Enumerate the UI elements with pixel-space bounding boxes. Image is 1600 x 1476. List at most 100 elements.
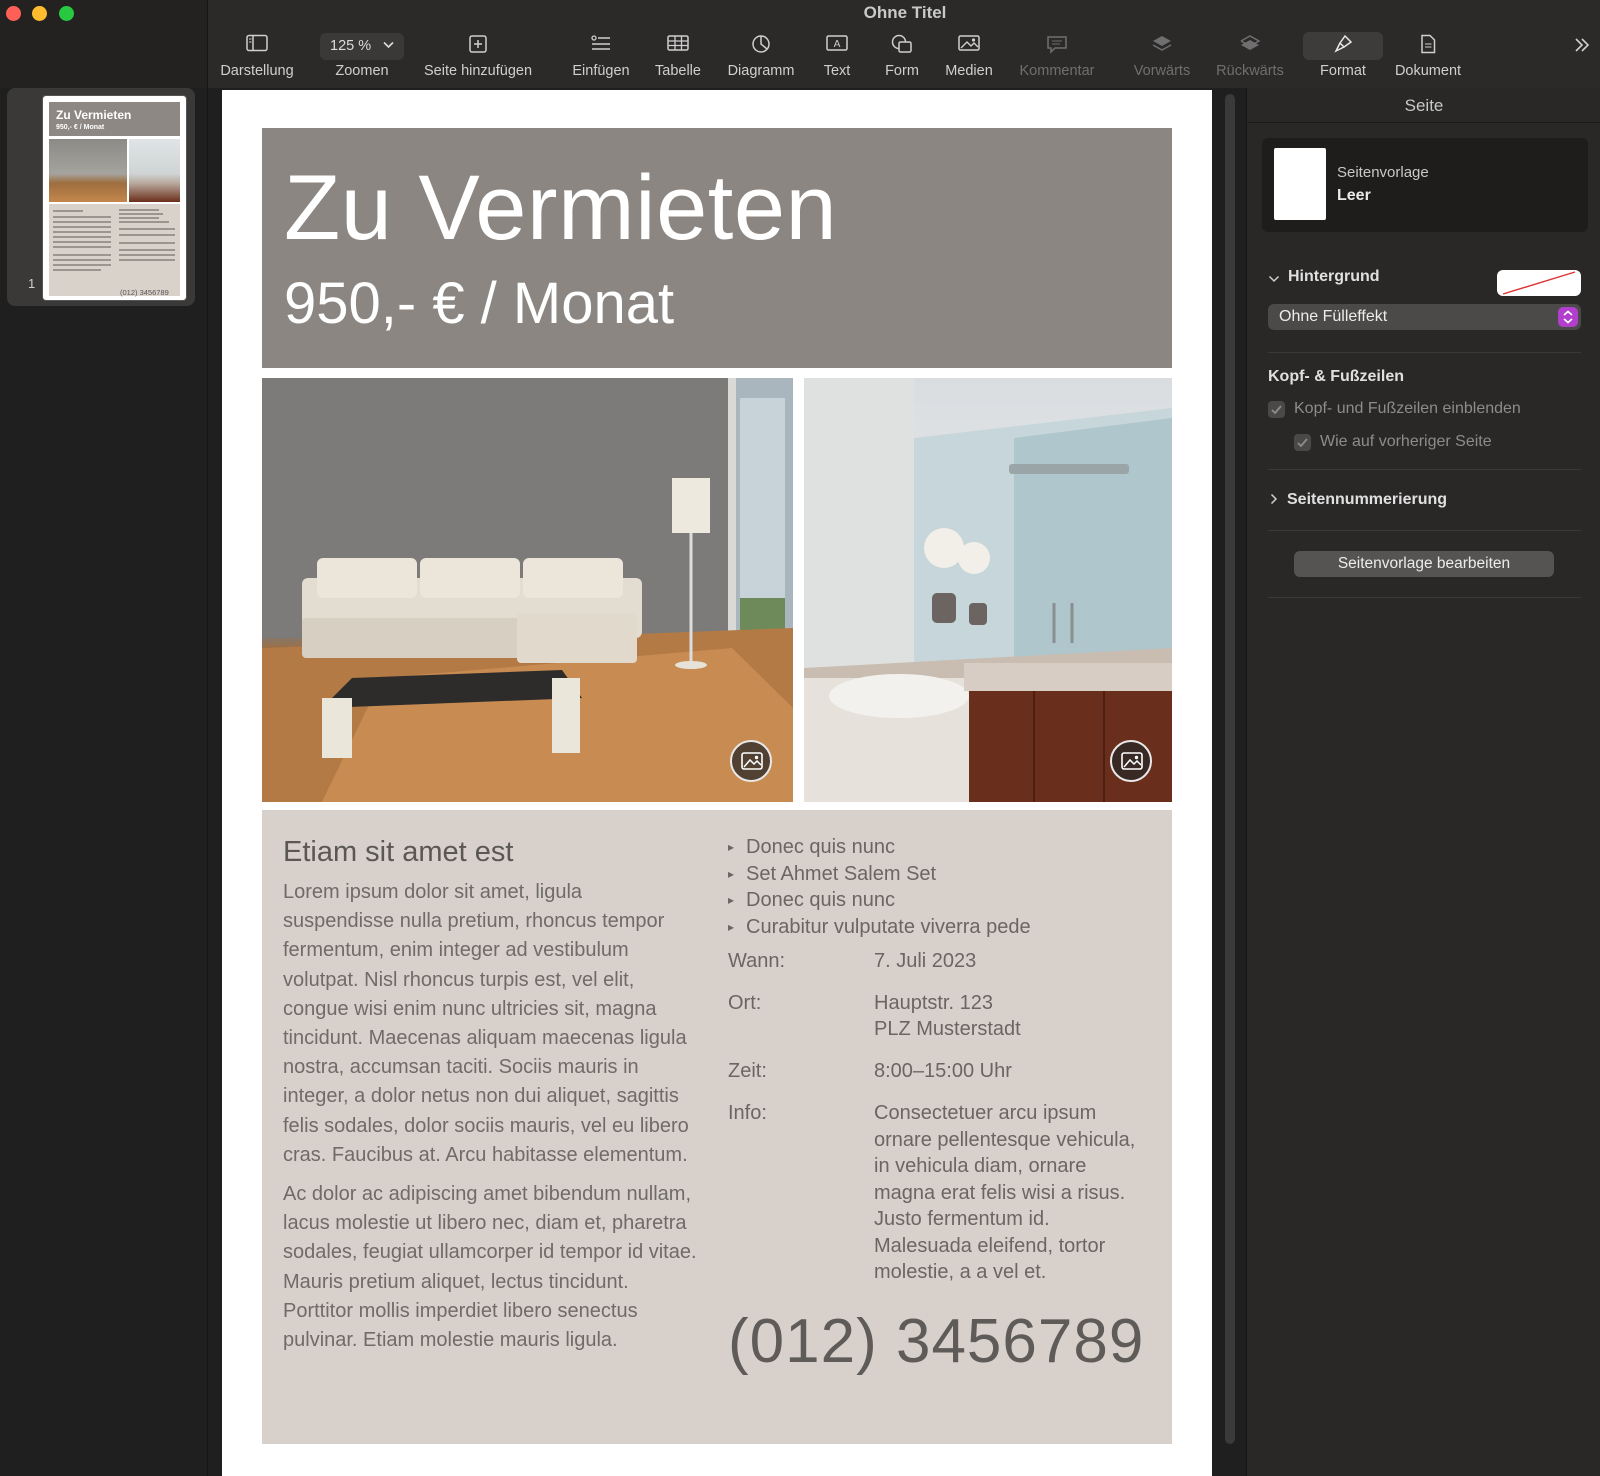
page-template-label: Seitenvorlage bbox=[1337, 164, 1429, 181]
table-button[interactable]: Tabelle bbox=[646, 30, 710, 84]
document-canvas: Zu Vermieten 950,- € / Monat Etiam sit a… bbox=[208, 88, 1244, 1476]
add-page-button[interactable]: Seite hinzufügen bbox=[410, 30, 546, 84]
view-button[interactable]: Darstellung bbox=[214, 30, 300, 84]
list-item: Donec quis nunc bbox=[728, 887, 1031, 914]
divider bbox=[1268, 530, 1581, 531]
document-icon bbox=[1388, 34, 1468, 58]
send-backward-icon bbox=[1212, 34, 1288, 58]
divider bbox=[1268, 469, 1581, 470]
chart-button[interactable]: Diagramm bbox=[722, 30, 800, 84]
fill-type-select[interactable]: Ohne Fülleffekt bbox=[1268, 304, 1581, 330]
add-page-icon bbox=[410, 34, 546, 58]
checkbox-label: Kopf- und Fußzeilen einblenden bbox=[1294, 400, 1521, 417]
thumbnail-title: Zu Vermieten bbox=[56, 108, 132, 122]
thumbnail-living-room-photo bbox=[49, 139, 127, 202]
document-title[interactable]: Zu Vermieten bbox=[284, 156, 837, 261]
bring-forward-label: Vorwärts bbox=[1133, 63, 1191, 79]
send-backward-label: Rückwärts bbox=[1216, 63, 1284, 79]
bring-forward-button[interactable]: Vorwärts bbox=[1126, 30, 1198, 84]
info-label: Info: bbox=[728, 1102, 767, 1124]
table-label: Tabelle bbox=[655, 63, 701, 79]
background-color-well[interactable] bbox=[1497, 270, 1581, 296]
fill-type-value: Ohne Fülleffekt bbox=[1279, 308, 1388, 325]
text-label: Text bbox=[823, 63, 851, 79]
shape-label: Form bbox=[885, 63, 919, 79]
insert-label: Einfügen bbox=[572, 63, 630, 79]
page-thumbnail[interactable]: Zu Vermieten 950,- € / Monat (012) 34567… bbox=[43, 96, 186, 300]
shape-icon bbox=[876, 34, 928, 58]
thumbnail-header-box: Zu Vermieten 950,- € / Monat bbox=[49, 102, 180, 136]
toolbar: Ohne Titel Darstellung 125 % Zoomen Seit… bbox=[0, 0, 1600, 88]
time-label: Zeit: bbox=[728, 1060, 767, 1082]
when-value[interactable]: 7. Juli 2023 bbox=[874, 948, 1144, 975]
when-label: Wann: bbox=[728, 950, 786, 972]
divider bbox=[1268, 597, 1581, 598]
living-room-photo[interactable] bbox=[262, 378, 793, 802]
insert-button[interactable]: Einfügen bbox=[566, 30, 636, 84]
thumbnail-phone: (012) 3456789 bbox=[120, 288, 169, 297]
chevron-right-icon[interactable] bbox=[1269, 493, 1279, 505]
close-window-button[interactable] bbox=[6, 6, 21, 21]
zoom-window-button[interactable] bbox=[59, 6, 74, 21]
list-item: Donec quis nunc bbox=[728, 834, 1031, 861]
comment-button[interactable]: Kommentar bbox=[1016, 30, 1098, 84]
list-item: Set Ahmet Salem Set bbox=[728, 861, 1031, 888]
body-paragraph[interactable]: Ac dolor ac adipiscing amet bibendum nul… bbox=[283, 1180, 698, 1355]
zoom-label: Zoomen bbox=[335, 63, 389, 79]
replace-image-button[interactable] bbox=[730, 740, 772, 782]
document-price[interactable]: 950,- € / Monat bbox=[284, 270, 674, 337]
bathroom-illustration bbox=[804, 378, 1172, 802]
page-thumbnails-sidebar: 1 Zu Vermieten 950,- € / Monat (012) 345… bbox=[0, 88, 208, 1476]
fill-select-stepper bbox=[1558, 307, 1578, 327]
format-label: Format bbox=[1320, 63, 1366, 79]
checkbox[interactable] bbox=[1268, 401, 1285, 418]
inspector-title: Seite bbox=[1404, 96, 1444, 115]
send-backward-button[interactable]: Rückwärts bbox=[1212, 30, 1288, 84]
text-box-icon: A bbox=[812, 34, 862, 58]
text-button[interactable]: A Text bbox=[812, 30, 862, 84]
format-button[interactable]: Format bbox=[1303, 30, 1383, 84]
replace-image-button[interactable] bbox=[1110, 740, 1152, 782]
checkmark-icon bbox=[1297, 438, 1308, 448]
document-page[interactable]: Zu Vermieten 950,- € / Monat Etiam sit a… bbox=[222, 90, 1212, 1476]
page-template-name: Leer bbox=[1337, 187, 1371, 204]
list-item: Curabitur vulputate viverra pede bbox=[728, 914, 1031, 941]
image-icon bbox=[741, 752, 763, 770]
feature-list[interactable]: Donec quis nunc Set Ahmet Salem Set Done… bbox=[728, 834, 1031, 940]
divider bbox=[1247, 122, 1600, 123]
document-button[interactable]: Dokument bbox=[1388, 30, 1468, 84]
chevron-down-icon[interactable] bbox=[1268, 274, 1280, 284]
svg-text:A: A bbox=[834, 39, 841, 50]
document-label: Dokument bbox=[1394, 63, 1462, 79]
thumbnail-info-box: (012) 3456789 bbox=[49, 204, 180, 297]
where-value-line2[interactable]: PLZ Musterstadt bbox=[874, 1016, 1144, 1043]
time-value[interactable]: 8:00–15:00 Uhr bbox=[874, 1058, 1144, 1085]
info-value[interactable]: Consectetuer arcu ipsum ornare pellentes… bbox=[874, 1100, 1144, 1286]
vertical-scrollbar[interactable] bbox=[1225, 94, 1235, 1444]
where-value-line1[interactable]: Hauptstr. 123 bbox=[874, 990, 1144, 1017]
info-box[interactable]: Etiam sit amet est Lorem ipsum dolor sit… bbox=[262, 810, 1172, 1444]
living-room-illustration bbox=[262, 378, 793, 802]
chevron-double-right-icon[interactable] bbox=[1573, 36, 1591, 54]
section-heading[interactable]: Etiam sit amet est bbox=[283, 836, 513, 869]
bring-forward-icon bbox=[1126, 34, 1198, 58]
page-numbering-section-title[interactable]: Seitennummerierung bbox=[1287, 491, 1447, 509]
phone-number[interactable]: (012) 3456789 bbox=[728, 1306, 1144, 1377]
header-box[interactable]: Zu Vermieten 950,- € / Monat bbox=[262, 128, 1172, 368]
where-label: Ort: bbox=[728, 992, 762, 1014]
chart-label: Diagramm bbox=[727, 63, 795, 79]
thumbnail-subtitle: 950,- € / Monat bbox=[56, 124, 105, 131]
checkbox-label: Wie auf vorheriger Seite bbox=[1320, 433, 1492, 450]
zoom-button[interactable]: Zoomen bbox=[320, 30, 404, 84]
page-template-card[interactable]: Seitenvorlage Leer bbox=[1262, 138, 1588, 232]
media-button[interactable]: Medien bbox=[938, 30, 1000, 84]
divider bbox=[1268, 352, 1581, 353]
checkbox[interactable] bbox=[1294, 434, 1311, 451]
shape-button[interactable]: Form bbox=[876, 30, 928, 84]
bathroom-photo[interactable] bbox=[804, 378, 1172, 802]
background-section-title[interactable]: Hintergrund bbox=[1288, 268, 1380, 286]
insert-list-icon bbox=[566, 34, 636, 58]
body-paragraph[interactable]: Lorem ipsum dolor sit amet, ligula suspe… bbox=[283, 878, 698, 1170]
minimize-window-button[interactable] bbox=[32, 6, 47, 21]
edit-page-template-button[interactable]: Seitenvorlage bearbeiten bbox=[1294, 551, 1554, 577]
